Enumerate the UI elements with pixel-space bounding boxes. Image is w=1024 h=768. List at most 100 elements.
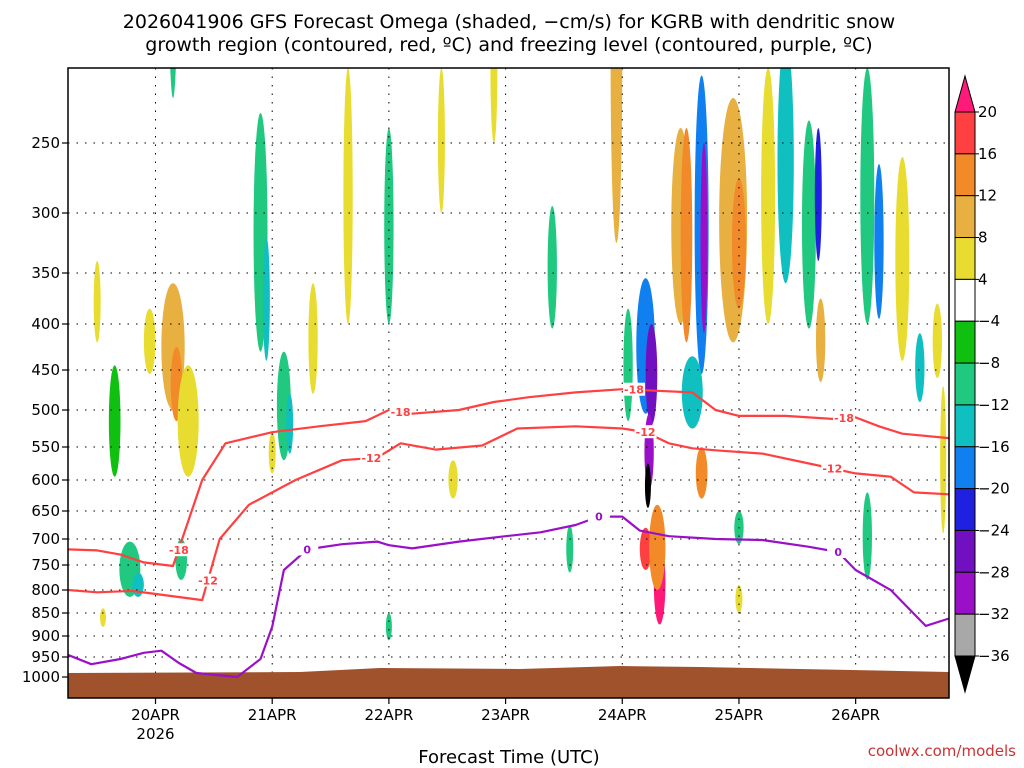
colorbar-label: −4 xyxy=(978,312,1000,330)
y-tick-label: 650 xyxy=(31,502,60,520)
chart-title-line2: growth region (contoured, red, ºC) and f… xyxy=(145,34,872,56)
omega-cell xyxy=(343,68,353,324)
colorbar-label: −12 xyxy=(978,396,1010,414)
omega-cell xyxy=(108,365,121,477)
y-axis-pressure: 250 300 350 400 450 500 550 600 650 700 750 800 850 9… xyxy=(22,134,68,686)
colorbar-band xyxy=(954,111,976,155)
colorbar-label: −28 xyxy=(978,563,1010,581)
y-tick-label: 1000 xyxy=(22,668,60,686)
colorbar: 20 16 12 8 4 −4 −8 −12 −16 −20 −24 −28 −32 −36 xyxy=(954,74,1010,694)
omega-cell xyxy=(700,143,708,334)
omega-cell xyxy=(815,298,826,382)
omega-cell xyxy=(286,394,294,454)
colorbar-band xyxy=(954,153,976,197)
omega-cell xyxy=(262,237,270,361)
omega-cell xyxy=(915,333,925,402)
colorbar-band xyxy=(954,362,976,406)
colorbar-label: 16 xyxy=(978,145,997,163)
omega-cell xyxy=(384,128,394,324)
y-tick-label: 850 xyxy=(31,604,60,622)
omega-cell xyxy=(100,608,107,627)
x-tick-label: 23APR xyxy=(481,706,530,724)
x-tick-label: 24APR xyxy=(598,706,647,724)
x-axis-label: Forecast Time (UTC) xyxy=(418,747,599,768)
contour-label: 0 xyxy=(595,511,603,524)
x-tick-sublabel: 2026 xyxy=(136,725,174,743)
y-tick-label: 800 xyxy=(31,581,60,599)
omega-cell xyxy=(932,303,942,378)
omega-cell xyxy=(143,308,156,374)
omega-cell xyxy=(623,308,633,422)
omega-cell xyxy=(735,585,743,613)
omega-cell xyxy=(895,157,910,361)
y-tick-label: 950 xyxy=(31,648,60,666)
colorbar-band xyxy=(954,613,976,657)
colorbar-band xyxy=(954,404,976,448)
y-tick-label: 350 xyxy=(31,264,60,282)
x-tick-label: 22APR xyxy=(364,706,413,724)
contour-label: -12 xyxy=(198,575,218,588)
omega-cell xyxy=(695,447,708,499)
y-tick-label: 400 xyxy=(31,315,60,333)
contour-label: -12 xyxy=(361,452,381,465)
colorbar-band xyxy=(954,320,976,364)
x-tick-label: 20APR xyxy=(131,706,180,724)
omega-cell xyxy=(801,120,816,329)
colorbar-label: 12 xyxy=(978,187,997,205)
x-tick-label: 25APR xyxy=(715,706,764,724)
colorbar-band xyxy=(954,195,976,239)
colorbar-label: −8 xyxy=(978,354,1000,372)
colorbar-label: −24 xyxy=(978,521,1010,539)
colorbar-label: −16 xyxy=(978,438,1010,456)
contour-label: -12 xyxy=(636,426,656,439)
contour-label: -18 xyxy=(624,384,644,397)
colorbar-label: −32 xyxy=(978,605,1010,623)
contour-label: -18 xyxy=(391,406,411,419)
omega-cell xyxy=(437,68,445,213)
y-tick-label: 600 xyxy=(31,471,60,489)
colorbar-label: −20 xyxy=(978,480,1010,498)
colorbar-band xyxy=(954,529,976,573)
contour-label: -18 xyxy=(834,412,854,425)
colorbar-band xyxy=(954,488,976,531)
omega-cell xyxy=(644,463,651,508)
contour-label: -12 xyxy=(822,462,842,475)
colorbar-label: 8 xyxy=(978,229,988,247)
y-tick-label: 500 xyxy=(31,401,60,419)
omega-cell xyxy=(761,68,776,324)
colorbar-label: −36 xyxy=(978,647,1010,665)
credit-text: coolwx.com/models xyxy=(868,742,1016,760)
colorbar-band xyxy=(954,278,976,322)
omega-cell xyxy=(860,68,875,324)
y-tick-label: 900 xyxy=(31,627,60,645)
contour-label: 0 xyxy=(303,543,311,556)
omega-cell xyxy=(177,365,199,477)
omega-cell xyxy=(268,432,276,474)
omega-cell xyxy=(57,0,66,192)
x-axis-time: 20APR2026 21APR 22APR 23APR 24APR 25APR 26APR xyxy=(131,698,880,743)
omega-cell xyxy=(874,164,884,319)
contour-label: 0 xyxy=(834,546,842,559)
omega-cell xyxy=(777,68,794,284)
x-tick-label: 26APR xyxy=(831,706,880,724)
omega-cell xyxy=(940,386,947,534)
x-tick-label: 21APR xyxy=(248,706,297,724)
omega-cell xyxy=(814,128,822,261)
colorbar-band xyxy=(954,237,976,280)
colorbar-label: 20 xyxy=(978,103,997,121)
contour-label: -18 xyxy=(169,544,189,557)
omega-cell xyxy=(385,613,392,641)
colorbar-label: 4 xyxy=(978,270,988,288)
colorbar-band xyxy=(954,571,976,615)
colorbar-bottom-arrow xyxy=(954,655,976,694)
y-tick-label: 550 xyxy=(31,438,60,456)
omega-time-height-chart: 2026041906 GFS Forecast Omega (shaded, −… xyxy=(22,0,1016,768)
y-tick-label: 750 xyxy=(31,556,60,574)
omega-cell xyxy=(649,504,666,590)
omega-cell xyxy=(308,283,318,394)
colorbar-band xyxy=(954,446,976,490)
colorbar-top-arrow xyxy=(954,74,976,113)
omega-cell xyxy=(448,460,458,499)
y-tick-label: 250 xyxy=(31,134,60,152)
omega-cell xyxy=(862,492,872,580)
